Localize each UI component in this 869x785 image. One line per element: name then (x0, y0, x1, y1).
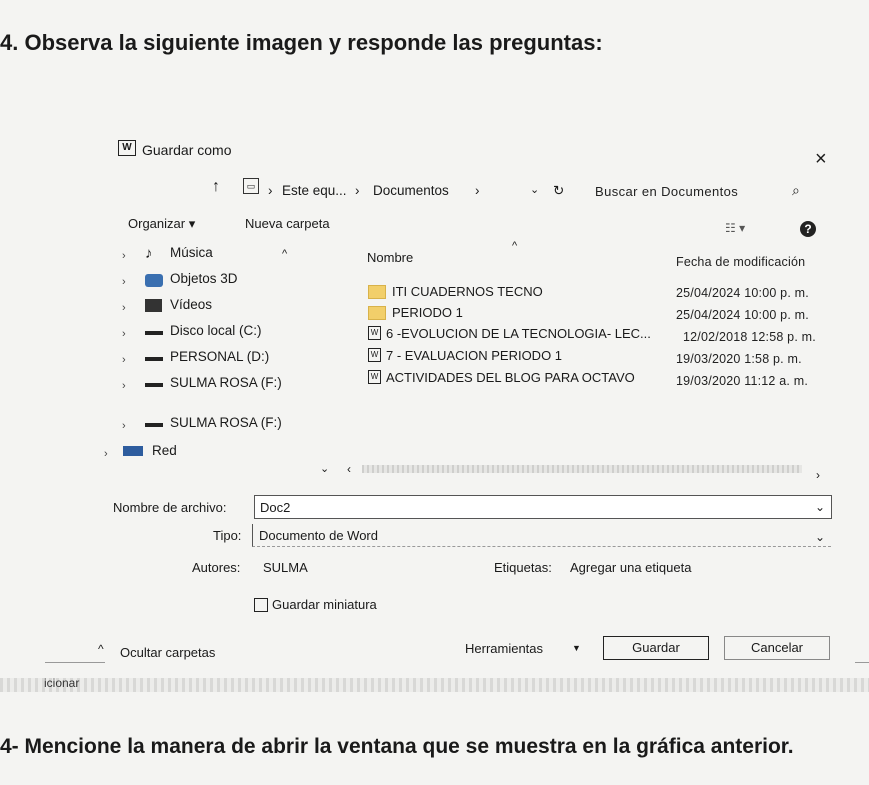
word-doc-icon: W (368, 348, 381, 362)
horizontal-scrollbar[interactable] (362, 465, 802, 473)
chevron-right-icon[interactable]: › (122, 354, 126, 366)
file-name[interactable]: PERIODO 1 (392, 305, 463, 320)
drive-icon (145, 331, 163, 335)
hide-folders-button[interactable]: Ocultar carpetas (120, 645, 215, 660)
dropdown-arrow-icon[interactable]: ▼ (572, 643, 581, 653)
column-header-name[interactable]: Nombre (367, 250, 413, 265)
footer-question: 4- Mencione la manera de abrir la ventan… (0, 735, 794, 758)
nav-item-videos[interactable]: Vídeos (170, 297, 212, 312)
help-icon[interactable]: ? (800, 221, 816, 237)
question-header: 4. Observa la siguiente imagen y respond… (0, 30, 603, 55)
search-input[interactable]: Buscar en Documentos (595, 184, 738, 199)
chevron-down-icon[interactable]: ⌄ (320, 462, 329, 475)
authors-label: Autores: (192, 560, 241, 575)
nav-item-disk-c[interactable]: Disco local (C:) (170, 323, 262, 338)
file-date: 25/04/2024 10:00 p. m. (676, 286, 809, 300)
chevron-right-icon[interactable]: › (122, 328, 126, 340)
save-button[interactable]: Guardar (603, 636, 709, 660)
nav-item-music[interactable]: Música (170, 245, 213, 260)
close-icon[interactable]: × (815, 148, 827, 171)
tags-label: Etiquetas: (494, 560, 552, 575)
dialog-title: Guardar como (142, 142, 232, 158)
file-name[interactable]: 6 -EVOLUCION DE LA TECNOLOGIA- LEC... (386, 326, 651, 341)
folder-icon (368, 306, 386, 320)
type-label: Tipo: (213, 528, 242, 543)
nav-item-objects-3d[interactable]: Objetos 3D (170, 271, 238, 286)
divider (45, 662, 105, 663)
organize-label: Organizar (128, 216, 186, 231)
filename-field[interactable] (254, 495, 832, 519)
thumbnail-checkbox[interactable] (254, 598, 268, 612)
breadcrumb-item[interactable]: Documentos (373, 183, 449, 198)
music-icon: ♪ (145, 245, 153, 262)
folder-icon (368, 285, 386, 299)
new-folder-button[interactable]: Nueva carpeta (245, 216, 330, 231)
page-texture (0, 678, 869, 692)
network-icon (123, 446, 143, 456)
file-date: 12/02/2018 12:58 p. m. (683, 330, 816, 344)
breadcrumb-separator: › (355, 183, 360, 198)
chevron-down-icon[interactable]: ⌄ (815, 500, 825, 514)
up-arrow-icon[interactable]: ↑ (212, 178, 220, 196)
chevron-right-icon[interactable]: › (122, 250, 126, 262)
chevron-down-icon[interactable]: ⌄ (530, 183, 539, 196)
refresh-icon[interactable]: ↻ (553, 183, 564, 199)
nav-item-sulma-f-2[interactable]: SULMA ROSA (F:) (170, 415, 282, 430)
file-name[interactable]: ACTIVIDADES DEL BLOG PARA OCTAVO (386, 370, 635, 385)
scroll-right-icon[interactable]: › (816, 468, 820, 482)
breadcrumb-item[interactable]: Este equ... (282, 183, 347, 198)
thumbnail-label: Guardar miniatura (272, 597, 377, 612)
chevron-right-icon[interactable]: › (104, 448, 108, 460)
type-value: Documento de Word (259, 528, 378, 543)
objects-3d-icon (145, 274, 163, 287)
nav-item-personal-d[interactable]: PERSONAL (D:) (170, 349, 269, 364)
breadcrumb-separator: › (268, 183, 273, 198)
filename-label: Nombre de archivo: (113, 500, 227, 515)
drive-icon (145, 423, 163, 427)
filename-value: Doc2 (260, 500, 291, 515)
divider (855, 662, 869, 663)
scroll-left-icon[interactable]: ‹ (347, 462, 351, 476)
chevron-right-icon[interactable]: › (122, 380, 126, 392)
chevron-right-icon[interactable]: › (122, 420, 126, 432)
breadcrumb-separator: › (475, 183, 480, 198)
file-date: 25/04/2024 10:00 p. m. (676, 308, 809, 322)
tools-button[interactable]: Herramientas (465, 641, 543, 656)
organize-button[interactable]: Organizar ▾ (128, 216, 195, 232)
drive-icon (145, 357, 163, 361)
chevron-right-icon[interactable]: › (122, 276, 126, 288)
cancel-button[interactable]: Cancelar (724, 636, 830, 660)
chevron-down-icon[interactable]: ⌄ (815, 530, 825, 544)
column-header-modified[interactable]: Fecha de modificación (676, 255, 805, 269)
view-options-icon[interactable]: ☷ ▾ (725, 221, 745, 235)
search-icon[interactable]: ⌕ (792, 182, 800, 199)
chevron-right-icon[interactable]: › (122, 302, 126, 314)
nav-item-network[interactable]: Red (152, 443, 177, 458)
word-doc-icon: W (368, 370, 381, 384)
tags-value[interactable]: Agregar una etiqueta (570, 560, 691, 575)
word-icon: W (118, 140, 136, 156)
chevron-up-icon[interactable]: ^ (98, 642, 104, 656)
file-name[interactable]: ITI CUADERNOS TECNO (392, 284, 543, 299)
partial-text: icionar (44, 676, 80, 690)
file-date: 19/03/2020 1:58 p. m. (676, 352, 802, 366)
authors-value[interactable]: SULMA (263, 560, 308, 575)
nav-item-sulma-f[interactable]: SULMA ROSA (F:) (170, 375, 282, 390)
drive-icon (145, 383, 163, 387)
word-doc-icon: W (368, 326, 381, 340)
computer-icon: ▭ (243, 178, 259, 194)
file-date: 19/03/2020 11:12 a. m. (676, 374, 809, 388)
sort-arrow-icon: ^ (512, 240, 518, 252)
videos-icon (145, 299, 162, 312)
chevron-up-icon[interactable]: ^ (282, 248, 287, 260)
file-name[interactable]: 7 - EVALUACION PERIODO 1 (386, 348, 562, 363)
